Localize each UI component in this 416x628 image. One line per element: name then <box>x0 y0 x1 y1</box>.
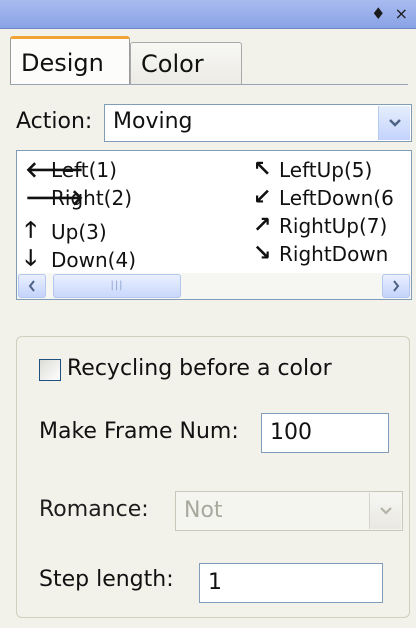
recycling-checkbox[interactable] <box>39 359 61 381</box>
chevron-down-icon <box>379 507 392 515</box>
direction-item-leftdown[interactable]: ↙ LeftDown(6 <box>253 185 394 210</box>
direction-label: Left(1) <box>51 158 117 182</box>
tab-bar: Design Color <box>10 36 410 86</box>
action-label: Action: <box>16 109 93 134</box>
options-group: Recycling before a color Make Frame Num:… <box>16 336 410 618</box>
direction-list-hscrollbar[interactable]: ||| <box>17 273 411 299</box>
tab-color[interactable]: Color <box>130 42 242 84</box>
arrow-right-icon: 🡒 <box>25 186 84 211</box>
direction-item-leftup[interactable]: ↖ LeftUp(5) <box>253 157 372 182</box>
scroll-thumb[interactable]: ||| <box>53 274 181 298</box>
chevron-down-icon <box>388 119 401 127</box>
romance-select: Not <box>175 491 403 531</box>
frame-num-label: Make Frame Num: <box>39 419 239 444</box>
arrow-down-right-icon: ↘ <box>253 241 272 266</box>
arrow-down-left-icon: ↙ <box>253 185 272 210</box>
action-select-value: Moving <box>113 109 193 134</box>
direction-item-rightup[interactable]: ↗ RightUp(7) <box>253 213 387 238</box>
direction-label: Right(2) <box>51 186 132 210</box>
action-dropdown-button[interactable] <box>378 106 410 140</box>
romance-select-value: Not <box>184 498 223 523</box>
direction-label: RightUp(7) <box>279 213 388 238</box>
direction-item-left[interactable]: 🡐 Left(1) <box>25 157 117 183</box>
direction-label: RightDown <box>279 241 389 266</box>
step-length-input[interactable]: 1 <box>199 563 383 603</box>
direction-list[interactable]: 🡐 Left(1) 🡒 Right(2) 🡑 Up(3) 🡓 Down(4) ↖… <box>16 150 412 300</box>
titlebar-controls[interactable]: ♦ × <box>371 4 410 23</box>
direction-item-rightdown[interactable]: ↘ RightDown <box>253 241 388 266</box>
recycling-checkbox-label[interactable]: Recycling before a color <box>67 356 332 381</box>
romance-dropdown-button <box>369 493 401 529</box>
arrow-left-icon: 🡐 <box>25 158 84 183</box>
arrow-up-right-icon: ↗ <box>253 213 272 238</box>
scroll-right-button[interactable] <box>382 274 410 298</box>
scroll-left-button[interactable] <box>18 274 46 298</box>
direction-label: Down(4) <box>51 248 136 272</box>
action-select[interactable]: Moving <box>104 104 412 142</box>
arrow-up-left-icon: ↖ <box>253 157 272 182</box>
chevron-left-icon <box>28 280 35 292</box>
tab-design[interactable]: Design <box>10 36 130 84</box>
panel-titlebar: ♦ × <box>0 0 416 29</box>
direction-item-right[interactable]: 🡒 Right(2) <box>25 185 132 211</box>
step-length-label: Step length: <box>39 567 174 592</box>
romance-label: Romance: <box>39 497 149 522</box>
frame-num-input[interactable]: 100 <box>261 413 389 453</box>
chevron-right-icon <box>393 280 400 292</box>
direction-label: LeftDown(6 <box>279 185 394 210</box>
direction-label: LeftUp(5) <box>279 157 373 182</box>
